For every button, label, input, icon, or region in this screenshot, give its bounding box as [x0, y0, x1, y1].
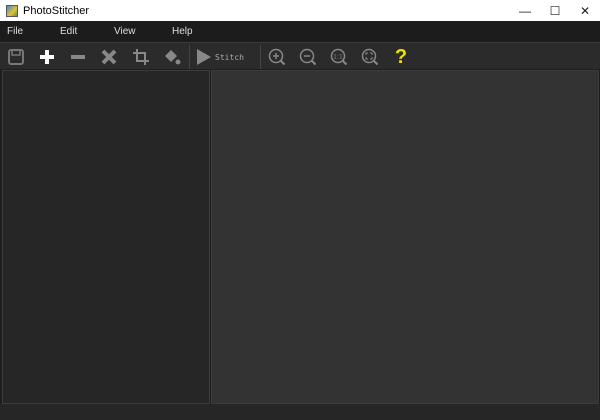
fill-button[interactable]	[161, 46, 183, 68]
fit-button[interactable]	[359, 46, 381, 68]
close-button[interactable]: ✕	[570, 0, 600, 21]
save-button[interactable]	[5, 46, 27, 68]
x-icon	[101, 49, 117, 65]
toolbar-separator	[260, 45, 261, 69]
zoom-in-button[interactable]	[266, 46, 288, 68]
window-title: PhotoStitcher	[23, 4, 90, 17]
zoom-out-icon	[299, 48, 317, 66]
minus-icon	[71, 55, 85, 59]
crop-button[interactable]	[130, 46, 152, 68]
plus-icon	[40, 50, 54, 64]
maximize-button[interactable]: ☐	[540, 0, 570, 21]
delete-button[interactable]	[98, 46, 120, 68]
remove-button[interactable]	[67, 46, 89, 68]
help-button[interactable]: ?	[390, 46, 412, 68]
play-icon	[197, 49, 211, 65]
svg-text:1:1: 1:1	[333, 54, 343, 61]
zoom-out-button[interactable]	[297, 46, 319, 68]
zoom-actual-size-icon: 1:1	[330, 48, 348, 66]
menu-edit[interactable]: Edit	[60, 26, 77, 37]
toolbar-separator	[189, 45, 190, 69]
status-bar	[0, 404, 600, 420]
paint-bucket-icon	[165, 50, 181, 65]
preview-canvas[interactable]	[211, 70, 599, 404]
actual-size-button[interactable]: 1:1	[328, 46, 350, 68]
minimize-button[interactable]: —	[510, 0, 540, 21]
title-bar: PhotoStitcher — ☐ ✕	[0, 0, 600, 21]
zoom-in-icon	[268, 48, 286, 66]
menu-view[interactable]: View	[114, 26, 136, 37]
menu-help[interactable]: Help	[172, 26, 193, 37]
zoom-fit-icon	[361, 48, 379, 66]
crop-icon	[133, 49, 149, 65]
stitch-label: Stitch	[215, 52, 244, 62]
app-icon	[6, 4, 18, 17]
stitch-button[interactable]: Stitch	[194, 46, 248, 68]
add-button[interactable]	[36, 46, 58, 68]
image-list-panel[interactable]	[2, 70, 210, 404]
menu-file[interactable]: File	[7, 26, 23, 37]
menu-bar: File Edit View Help	[0, 21, 600, 42]
save-icon	[8, 49, 24, 65]
toolbar: Stitch 1:1 ?	[0, 42, 600, 69]
